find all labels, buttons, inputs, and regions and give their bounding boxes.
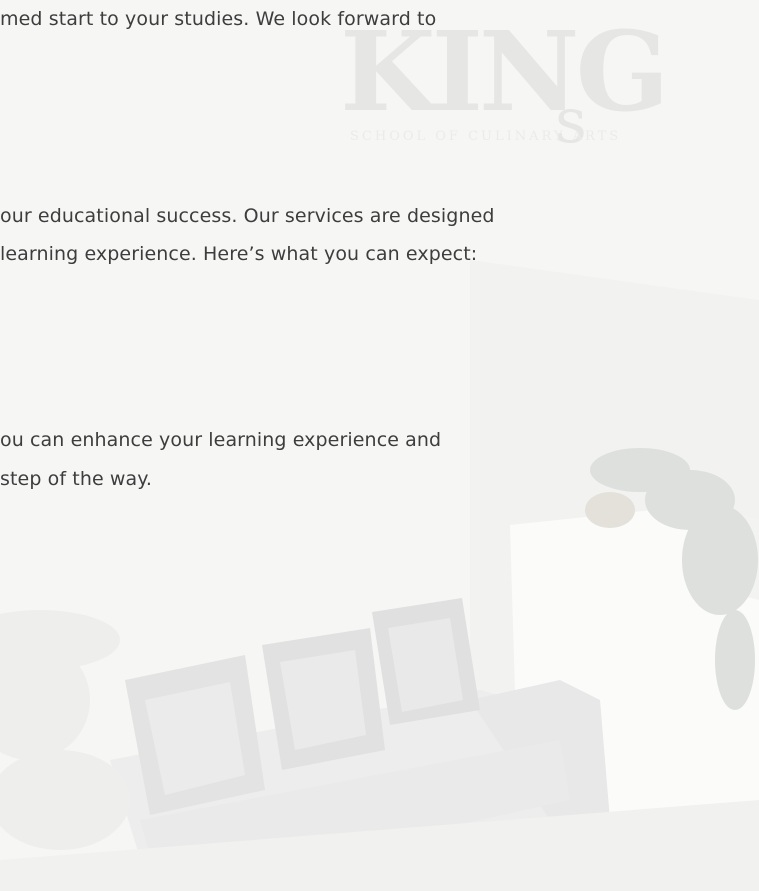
body-text-line-5: step of the way. <box>0 468 153 490</box>
body-text-line-1: med start to your studies. We look forwa… <box>0 8 437 30</box>
body-text-line-4: ou can enhance your learning experience … <box>0 429 442 451</box>
body-text-line-3: learning experience. Here’s what you can… <box>0 243 478 265</box>
body-text-line-2: our educational success. Our services ar… <box>0 205 495 227</box>
page-body: KING s SCHOOL OF CULINARY ARTS med start… <box>0 0 759 891</box>
svg-text:s: s <box>555 84 587 157</box>
svg-text:SCHOOL OF CULINARY ARTS: SCHOOL OF CULINARY ARTS <box>350 129 621 144</box>
